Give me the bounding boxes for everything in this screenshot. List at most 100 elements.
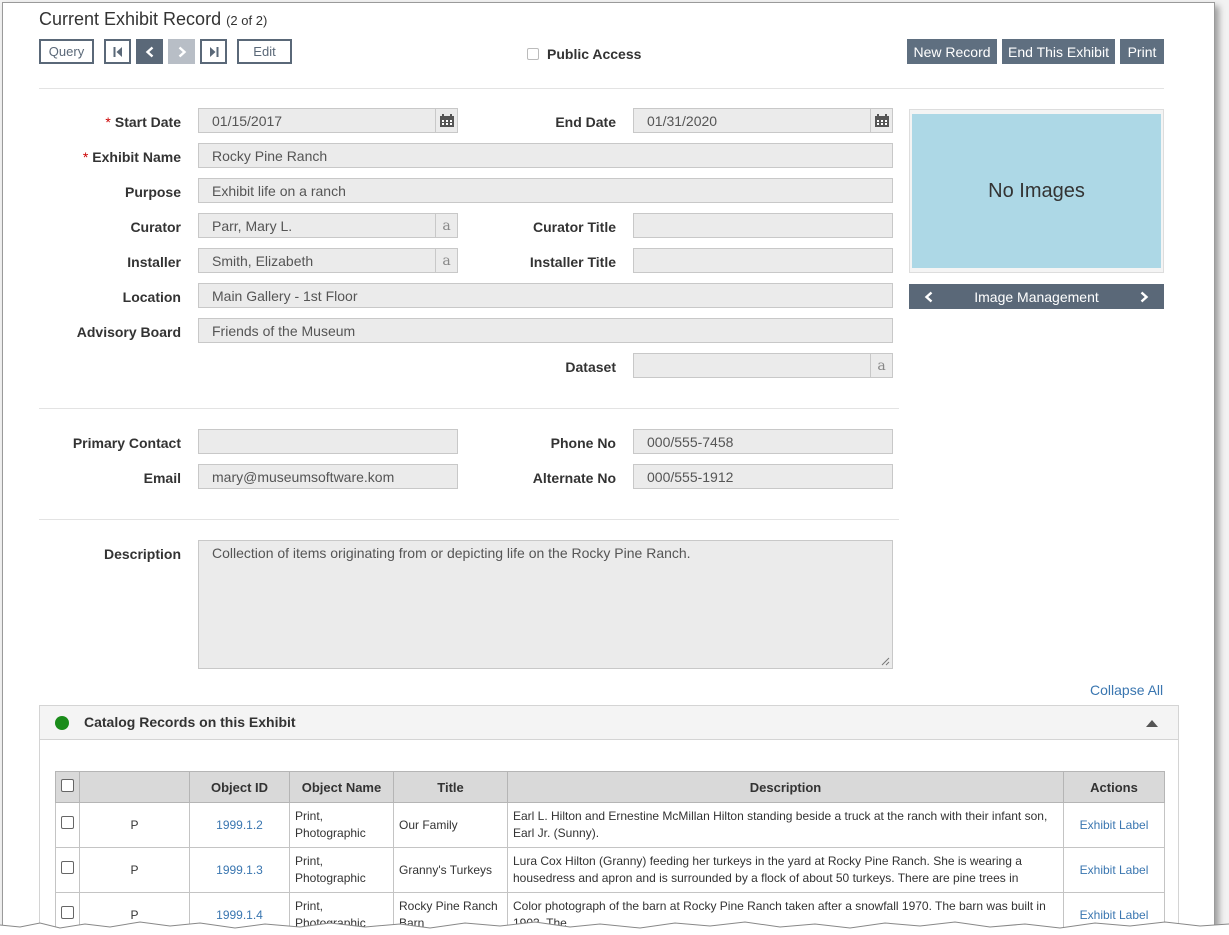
installer-title-field[interactable]	[633, 248, 893, 273]
row-flag: P	[79, 802, 190, 848]
public-access-toggle[interactable]: Public Access	[527, 46, 641, 62]
alternate-no-field[interactable]: 000/555-1912	[633, 464, 893, 489]
no-images-placeholder: No Images	[912, 114, 1161, 268]
calendar-icon[interactable]	[435, 109, 457, 132]
new-record-button[interactable]: New Record	[907, 39, 997, 64]
last-record-button[interactable]	[200, 39, 227, 64]
purpose-field[interactable]: Exhibit life on a ranch	[198, 178, 893, 203]
exhibit-name-label: * Exhibit Name	[82, 149, 181, 165]
row-checkbox[interactable]	[61, 816, 74, 829]
object-name-cell: Print, Photographic	[289, 847, 394, 893]
end-date-field[interactable]: 01/31/2020	[633, 108, 893, 133]
exhibit-name-field[interactable]: Rocky Pine Ranch	[198, 143, 893, 168]
row-flag: P	[79, 847, 190, 893]
installer-field[interactable]: Smith, Elizabeth a	[198, 248, 458, 273]
column-header-object-id[interactable]: Object ID	[189, 771, 290, 803]
public-access-checkbox[interactable]	[527, 48, 539, 60]
previous-record-button[interactable]	[136, 39, 163, 64]
table-header-row: Object ID Object Name Title Description …	[55, 771, 1165, 803]
column-header-object-name[interactable]: Object Name	[289, 771, 394, 803]
title-cell: Our Family	[393, 802, 508, 848]
collapse-all-link[interactable]: Collapse All	[1090, 682, 1163, 698]
dataset-label: Dataset	[565, 359, 616, 375]
resize-grip-icon[interactable]	[881, 657, 890, 666]
image-management-bar: Image Management	[909, 284, 1164, 309]
torn-edge-decoration	[0, 921, 1229, 935]
catalog-panel-header[interactable]: Catalog Records on this Exhibit	[40, 706, 1178, 740]
object-id-link[interactable]: 1999.1.3	[189, 847, 290, 893]
catalog-records-panel: Catalog Records on this Exhibit Object I…	[39, 705, 1179, 934]
phone-field[interactable]: 000/555-7458	[633, 429, 893, 454]
column-header-flag	[79, 771, 190, 803]
purpose-label: Purpose	[124, 184, 181, 200]
description-label: Description	[103, 546, 181, 562]
end-date-label: End Date	[555, 114, 616, 130]
column-header-actions: Actions	[1063, 771, 1165, 803]
first-record-button[interactable]	[104, 39, 131, 64]
calendar-icon[interactable]	[870, 109, 892, 132]
column-header-title[interactable]: Title	[393, 771, 508, 803]
select-all-checkbox[interactable]	[61, 779, 74, 792]
title-cell: Granny's Turkeys	[393, 847, 508, 893]
chevron-right-icon	[1140, 291, 1149, 302]
primary-contact-label: Primary Contact	[72, 435, 181, 451]
primary-contact-field[interactable]	[198, 429, 458, 454]
advisory-board-field[interactable]: Friends of the Museum	[198, 318, 893, 343]
exhibit-record-window: Current Exhibit Record (2 of 2) Query Ed…	[2, 2, 1215, 935]
required-marker: *	[105, 114, 111, 130]
divider	[39, 519, 899, 520]
query-button[interactable]: Query	[39, 39, 94, 64]
page-title: Current Exhibit Record (2 of 2)	[39, 9, 267, 30]
print-button[interactable]: Print	[1120, 39, 1164, 64]
record-count: (2 of 2)	[226, 13, 268, 28]
column-header-description[interactable]: Description	[507, 771, 1064, 803]
object-id-link[interactable]: 1999.1.2	[189, 802, 290, 848]
description-text: Lura Cox Hilton (Granny) feeding her tur…	[513, 854, 1022, 885]
lookup-icon[interactable]: a	[870, 354, 892, 377]
next-image-button[interactable]	[1124, 284, 1164, 309]
public-access-label: Public Access	[547, 46, 642, 62]
phone-label: Phone No	[550, 435, 616, 451]
exhibit-label-link[interactable]: Exhibit Label	[1063, 847, 1165, 893]
curator-title-field[interactable]	[633, 213, 893, 238]
next-record-button[interactable]	[168, 39, 195, 64]
curator-field[interactable]: Parr, Mary L. a	[198, 213, 458, 238]
email-field[interactable]: mary@museumsoftware.kom	[198, 464, 458, 489]
previous-image-button[interactable]	[909, 284, 949, 309]
chevron-left-icon	[924, 291, 933, 302]
description-cell: Earl L. Hilton and Ernestine McMillan Hi…	[507, 802, 1064, 848]
row-select-cell[interactable]	[55, 847, 80, 893]
catalog-panel-title: Catalog Records on this Exhibit	[84, 714, 296, 730]
image-management-button[interactable]: Image Management	[949, 284, 1124, 309]
object-name-cell: Print, Photographic	[289, 802, 394, 848]
divider	[39, 408, 899, 409]
lookup-icon[interactable]: a	[435, 249, 457, 272]
start-date-field[interactable]: 01/15/2017	[198, 108, 458, 133]
installer-label: Installer	[127, 254, 181, 270]
edit-button[interactable]: Edit	[237, 39, 292, 64]
required-marker: *	[82, 149, 89, 165]
select-all-cell[interactable]	[55, 771, 80, 803]
table-row: P 1999.1.3 Print, Photographic Granny's …	[55, 847, 1165, 893]
chevron-left-icon	[145, 46, 153, 57]
exhibit-label-link[interactable]: Exhibit Label	[1063, 802, 1165, 848]
row-select-cell[interactable]	[55, 802, 80, 848]
end-exhibit-button[interactable]: End This Exhibit	[1002, 39, 1115, 64]
chevron-right-icon	[178, 46, 186, 57]
collapse-caret-icon[interactable]	[1146, 720, 1158, 727]
advisory-board-label: Advisory Board	[76, 324, 181, 340]
lookup-icon[interactable]: a	[435, 214, 457, 237]
last-record-icon	[209, 46, 218, 57]
status-dot-icon	[55, 716, 69, 730]
alternate-no-label: Alternate No	[532, 470, 616, 486]
row-checkbox[interactable]	[61, 861, 74, 874]
curator-label: Curator	[130, 219, 181, 235]
description-cell: Lura Cox Hilton (Granny) feeding her tur…	[507, 847, 1064, 893]
first-record-icon	[113, 46, 122, 57]
description-textarea[interactable]: Collection of items originating from or …	[198, 540, 893, 669]
location-field[interactable]: Main Gallery - 1st Floor	[198, 283, 893, 308]
dataset-field[interactable]: a	[633, 353, 893, 378]
table-row: P 1999.1.2 Print, Photographic Our Famil…	[55, 802, 1165, 848]
catalog-table: Object ID Object Name Title Description …	[55, 771, 1165, 934]
page-title-text: Current Exhibit Record	[39, 9, 222, 29]
